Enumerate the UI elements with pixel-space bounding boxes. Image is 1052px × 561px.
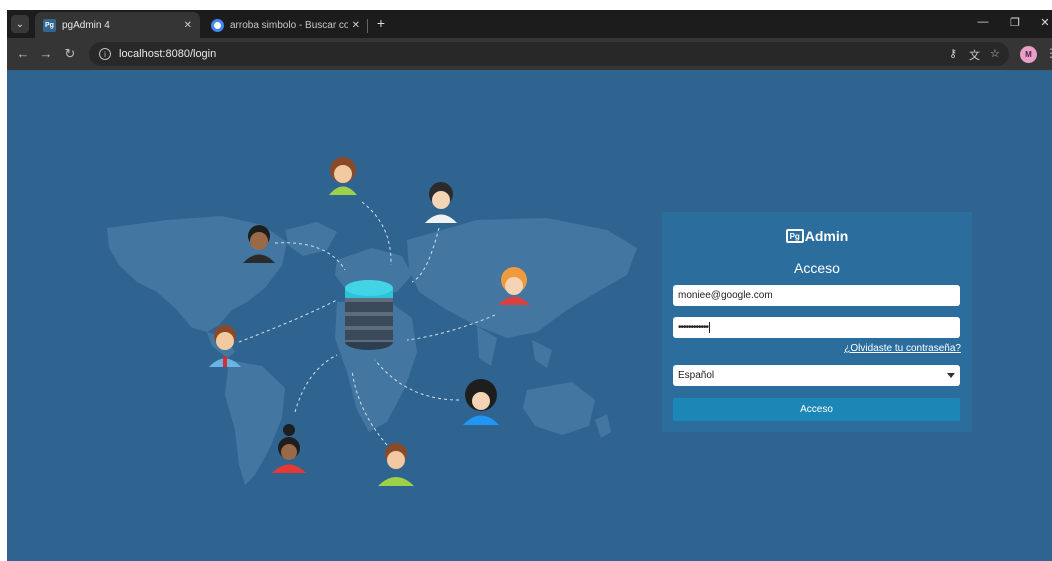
tab-search-icon[interactable]: ⌄ xyxy=(11,15,29,33)
pg-logo-icon: Pg xyxy=(785,229,804,243)
email-field[interactable]: moniee@google.com xyxy=(673,285,960,306)
world-network-illustration xyxy=(107,157,637,486)
new-tab-icon[interactable]: + xyxy=(372,15,390,31)
browser-tab-strip: ⌄ Pg pgAdmin 4 ✕ arroba simbolo - Buscar… xyxy=(7,10,1052,38)
pgadmin-favicon-icon: Pg xyxy=(43,18,56,32)
login-page: Pg Admin Acceso moniee@google.com ••••••… xyxy=(7,70,1052,561)
person-avatar-bottom-woman xyxy=(272,424,306,473)
world-map-image xyxy=(107,216,637,485)
google-icon xyxy=(211,18,224,32)
password-field[interactable]: •••••••••••• xyxy=(673,317,960,338)
address-bar[interactable]: i localhost:8080/login xyxy=(89,42,1009,66)
person-avatar-top-right xyxy=(425,182,457,223)
person-avatar-bottom-man xyxy=(378,443,414,486)
url-text: localhost:8080/login xyxy=(119,48,217,60)
site-info-icon[interactable]: i xyxy=(99,48,111,60)
database-icon xyxy=(345,280,393,350)
tab-title: arroba simbolo - Buscar con Google xyxy=(230,19,348,31)
minimize-icon[interactable]: — xyxy=(975,16,991,28)
login-card: Pg Admin Acceso moniee@google.com ••••••… xyxy=(662,212,972,432)
key-icon[interactable]: ⚷ xyxy=(949,47,957,60)
bookmark-star-icon[interactable]: ☆ xyxy=(990,47,1000,60)
menu-kebab-icon[interactable]: ⋮ xyxy=(1045,46,1052,60)
browser-toolbar: ← → ↻ i localhost:8080/login ⚷ 文 ☆ M ⋮ xyxy=(7,38,1052,70)
profile-avatar[interactable]: M xyxy=(1020,46,1037,63)
language-value: Español xyxy=(678,370,715,381)
person-avatar-bottom-right xyxy=(463,379,499,425)
forward-arrow-icon[interactable]: → xyxy=(38,46,54,61)
window-close-icon[interactable]: ✕ xyxy=(1037,16,1052,29)
language-select[interactable]: Español xyxy=(673,365,960,386)
translate-icon[interactable]: 文 xyxy=(969,47,980,63)
login-title: Acceso xyxy=(794,260,840,276)
restore-icon[interactable]: ❐ xyxy=(1007,16,1023,29)
tab-pgadmin[interactable]: Pg pgAdmin 4 ✕ xyxy=(35,12,200,38)
close-icon[interactable]: ✕ xyxy=(352,20,360,31)
person-avatar-top-woman xyxy=(329,157,357,195)
pgadmin-logo: Pg Admin xyxy=(662,228,972,244)
login-button[interactable]: Acceso xyxy=(673,398,960,421)
logo-text: Admin xyxy=(804,228,849,244)
text-cursor xyxy=(709,322,711,333)
back-arrow-icon[interactable]: ← xyxy=(15,46,31,61)
email-value: moniee@google.com xyxy=(678,290,773,301)
forgot-password-link[interactable]: ¿Olvidaste tu contraseña? xyxy=(844,343,961,354)
tab-title: pgAdmin 4 xyxy=(62,19,110,31)
tab-google-search[interactable]: arroba simbolo - Buscar con Google ✕ xyxy=(203,12,368,38)
tab-divider xyxy=(367,19,368,33)
close-icon[interactable]: ✕ xyxy=(184,20,192,31)
password-value: •••••••••••• xyxy=(678,322,709,333)
reload-icon[interactable]: ↻ xyxy=(62,46,78,62)
dropdown-arrow-icon xyxy=(947,373,955,378)
